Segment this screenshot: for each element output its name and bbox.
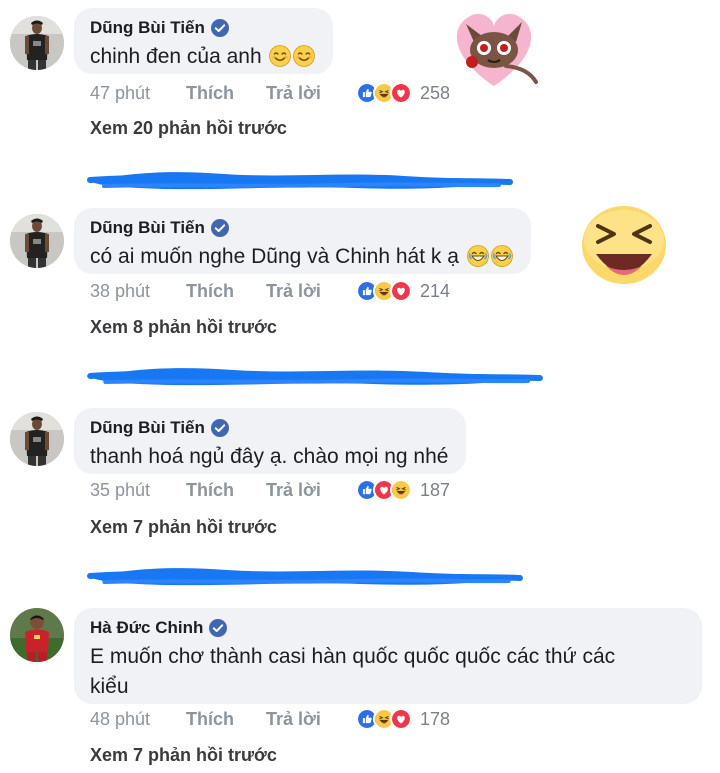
avatar[interactable] bbox=[10, 16, 64, 70]
like-button[interactable]: Thích bbox=[186, 709, 266, 730]
reaction-summary[interactable] bbox=[356, 708, 412, 730]
redacted-reply-scribble bbox=[84, 560, 524, 590]
comment-text: chinh đen của anh bbox=[90, 45, 262, 68]
like-button[interactable]: Thích bbox=[186, 281, 266, 302]
reaction-count[interactable]: 187 bbox=[420, 480, 450, 501]
reply-button[interactable]: Trả lời bbox=[266, 709, 356, 730]
reaction-summary[interactable] bbox=[356, 82, 412, 104]
view-previous-replies-link[interactable]: Xem 8 phản hồi trước bbox=[90, 317, 277, 338]
love-reaction-icon bbox=[390, 82, 412, 104]
author-name[interactable]: Dũng Bùi Tiến bbox=[90, 218, 205, 238]
timestamp[interactable]: 38 phút bbox=[90, 281, 186, 302]
avatar[interactable] bbox=[10, 214, 64, 268]
author-name[interactable]: Dũng Bùi Tiến bbox=[90, 18, 205, 38]
like-button[interactable]: Thích bbox=[186, 83, 266, 104]
reaction-count[interactable]: 178 bbox=[420, 709, 450, 730]
reply-button[interactable]: Trả lời bbox=[266, 281, 356, 302]
comment-bubble: Dũng Bùi Tiến có ai muốn nghe Dũng và Ch… bbox=[74, 208, 531, 274]
timestamp[interactable]: 47 phút bbox=[90, 83, 186, 104]
verified-badge-icon bbox=[209, 619, 227, 637]
verified-badge-icon bbox=[211, 419, 229, 437]
avatar[interactable] bbox=[10, 412, 64, 466]
comment-actions: 48 phút Thích Trả lời 178 bbox=[90, 708, 450, 730]
comment-text: thanh hoá ngủ đây ạ. chào mọi ng nhé bbox=[90, 445, 449, 468]
comment-actions: 35 phút Thích Trả lời 187 bbox=[90, 479, 450, 501]
reply-button[interactable]: Trả lời bbox=[266, 480, 356, 501]
timestamp[interactable]: 35 phút bbox=[90, 480, 186, 501]
comment-text-line-1: E muốn chơ thành casi hàn quốc quốc quốc… bbox=[90, 645, 616, 668]
comment-bubble: Hà Đức Chinh E muốn chơ thành casi hàn q… bbox=[74, 608, 702, 704]
timestamp[interactable]: 48 phút bbox=[90, 709, 186, 730]
author-name[interactable]: Hà Đức Chinh bbox=[90, 618, 203, 638]
reaction-summary[interactable] bbox=[356, 479, 412, 501]
reaction-count[interactable]: 214 bbox=[420, 281, 450, 302]
view-previous-replies-link[interactable]: Xem 7 phản hồi trước bbox=[90, 517, 277, 538]
avatar[interactable] bbox=[10, 608, 64, 662]
view-previous-replies-link[interactable]: Xem 7 phản hồi trước bbox=[90, 745, 277, 766]
comment-bubble: Dũng Bùi Tiến chinh đen của anh bbox=[74, 8, 334, 74]
haha-reaction-icon bbox=[390, 479, 412, 501]
comment-actions: 47 phút Thích Trả lời 258 bbox=[90, 82, 450, 104]
cat-sticker bbox=[456, 13, 538, 87]
author-name[interactable]: Dũng Bùi Tiến bbox=[90, 418, 205, 438]
laughing-emoji-sticker bbox=[582, 206, 666, 284]
reaction-summary[interactable] bbox=[356, 280, 412, 302]
verified-badge-icon bbox=[211, 219, 229, 237]
grinning-face-icon bbox=[491, 245, 513, 267]
comment-text-line-2: kiểu bbox=[90, 675, 129, 698]
reply-button[interactable]: Trả lời bbox=[266, 83, 356, 104]
redacted-reply-scribble bbox=[84, 360, 544, 390]
comment-bubble: Dũng Bùi Tiến thanh hoá ngủ đây ạ. chào … bbox=[74, 408, 467, 474]
verified-badge-icon bbox=[211, 19, 229, 37]
comment-text: có ai muốn nghe Dũng và Chinh hát k ạ bbox=[90, 245, 459, 268]
love-reaction-icon bbox=[390, 280, 412, 302]
redacted-reply-scribble bbox=[84, 164, 514, 194]
smiling-face-icon bbox=[293, 45, 315, 67]
view-previous-replies-link[interactable]: Xem 20 phản hồi trước bbox=[90, 118, 287, 139]
like-button[interactable]: Thích bbox=[186, 480, 266, 501]
grinning-face-icon bbox=[467, 245, 489, 267]
comment-actions: 38 phút Thích Trả lời 214 bbox=[90, 280, 450, 302]
love-reaction-icon bbox=[390, 708, 412, 730]
smiling-face-icon bbox=[269, 45, 291, 67]
